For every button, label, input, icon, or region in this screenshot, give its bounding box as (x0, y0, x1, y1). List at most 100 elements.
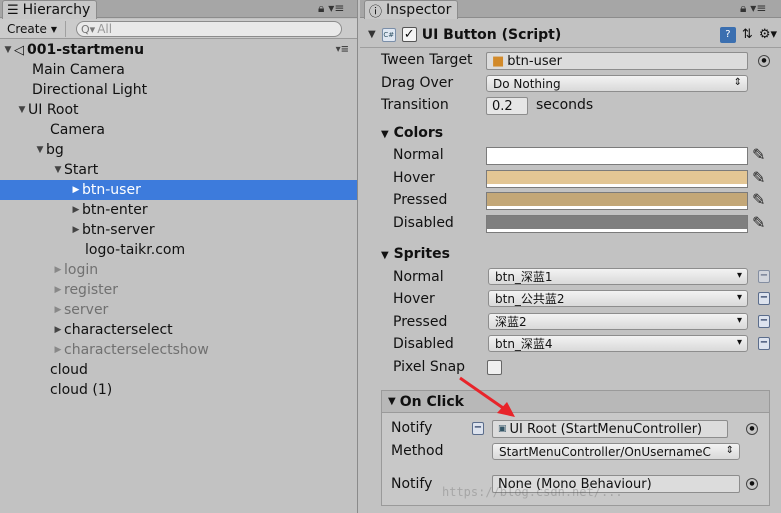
tab-inspector-label: Inspector (386, 2, 452, 18)
pixel-snap-checkbox[interactable] (487, 360, 502, 375)
sprite-disabled-dropdown[interactable]: btn_深蓝4 ▾ (488, 335, 748, 352)
color-normal-swatch[interactable] (486, 147, 748, 165)
collapsed-icon[interactable]: ▶ (52, 305, 64, 315)
list-item[interactable]: cloud (1) (0, 380, 357, 400)
remove-notify-button[interactable]: − (472, 422, 484, 435)
create-button[interactable]: Create ▼ (4, 21, 66, 37)
list-item[interactable]: ▶ register (0, 280, 357, 300)
transition-value: 0.2 (492, 98, 513, 114)
color-normal-label: Normal (393, 147, 444, 163)
collapsed-icon[interactable]: ▶ (52, 285, 64, 295)
expand-icon[interactable]: ▼ (52, 165, 64, 175)
remove-sprite-button[interactable]: − (758, 315, 770, 328)
list-item[interactable]: Main Camera (0, 60, 357, 80)
list-item[interactable]: ▼ UI Root (0, 100, 357, 120)
scene-row[interactable]: ▼ ◁ 001-startmenu ▾≡ (0, 40, 357, 60)
hierarchy-panel: ☰ Hierarchy 🔒︎ ▾≡ Create ▼ Q▾ All ▼ ◁ 00… (0, 0, 358, 513)
sprite-hover-dropdown[interactable]: btn_公共蓝2 ▾ (488, 290, 748, 307)
list-item-label: cloud (1) (50, 382, 113, 398)
sprites-section-label: Sprites (393, 246, 450, 262)
list-item[interactable]: ▶ btn-enter (0, 200, 357, 220)
list-item[interactable]: ▶ login (0, 260, 357, 280)
notify-label: Notify (391, 420, 433, 436)
panel-menu-icon[interactable]: ▾≡ (750, 1, 766, 15)
drag-over-dropdown[interactable]: Do Nothing ⇕ (486, 75, 748, 92)
search-placeholder: All (97, 22, 113, 36)
on-click-header[interactable]: ▼ On Click (382, 391, 769, 413)
color-pressed-swatch[interactable] (486, 192, 748, 210)
list-item-label: characterselectshow (64, 342, 209, 358)
list-item-selected[interactable]: ▶ btn-user (0, 180, 357, 200)
watermark: https://blog.csdn.net/... (442, 485, 623, 499)
list-item[interactable]: ▼ Start (0, 160, 357, 180)
remove-sprite-button[interactable]: − (758, 337, 770, 350)
collapsed-icon[interactable]: ▶ (52, 265, 64, 275)
tab-hierarchy[interactable]: ☰ Hierarchy (2, 0, 98, 19)
list-item[interactable]: Directional Light (0, 80, 357, 100)
panel-menu-icon[interactable]: ▾≡ (328, 1, 344, 15)
object-picker-icon[interactable]: ● (746, 478, 758, 490)
color-pressed-label: Pressed (393, 192, 448, 208)
remove-sprite-button[interactable]: − (758, 270, 770, 283)
remove-sprite-button[interactable]: − (758, 292, 770, 305)
eyedropper-icon[interactable]: ✎ (752, 168, 765, 187)
help-book-icon[interactable]: ? (719, 27, 736, 43)
object-picker-icon[interactable]: ● (746, 423, 758, 435)
eyedropper-icon[interactable]: ✎ (752, 145, 765, 164)
method-dropdown[interactable]: StartMenuController/OnUsernameC ⇕ (492, 443, 740, 460)
color-hover-label: Hover (393, 170, 435, 186)
dropdown-arrows-icon: ⇕ (725, 445, 734, 456)
component-enabled-checkbox[interactable]: ✓ (401, 27, 417, 42)
list-item[interactable]: ▶ btn-server (0, 220, 357, 240)
search-input[interactable]: Q▾ All (76, 21, 342, 37)
color-disabled-swatch[interactable] (486, 215, 748, 233)
expand-icon[interactable]: ▼ (381, 129, 389, 140)
scene-menu-icon[interactable]: ▾≡ (336, 44, 349, 55)
collapsed-icon[interactable]: ▶ (52, 325, 64, 335)
list-item-label: Start (64, 162, 99, 178)
eyedropper-icon[interactable]: ✎ (752, 213, 765, 232)
tab-inspector[interactable]: ⓘ Inspector (364, 0, 459, 20)
sprite-pressed-dropdown[interactable]: 深蓝2 ▾ (488, 313, 748, 330)
lock-icon[interactable]: 🔒︎ ▾≡ (740, 1, 766, 16)
expand-icon[interactable]: ▼ (381, 250, 389, 261)
notify-value: UI Root (StartMenuController) (509, 421, 703, 437)
list-item[interactable]: Camera (0, 120, 357, 140)
list-item[interactable]: ▼ bg (0, 140, 357, 160)
info-icon: ⓘ (369, 4, 383, 20)
collapsed-icon[interactable]: ▶ (70, 205, 82, 215)
list-item[interactable]: logo-taikr.com (0, 240, 357, 260)
list-item[interactable]: cloud (0, 360, 357, 380)
eyedropper-icon[interactable]: ✎ (752, 190, 765, 209)
list-item[interactable]: ▶ characterselect (0, 320, 357, 340)
expand-icon[interactable]: ▼ (368, 29, 376, 40)
colors-section[interactable]: ▼ Colors (381, 125, 443, 141)
object-picker-icon[interactable]: ● (758, 55, 770, 67)
chevron-down-icon: ▾ (736, 292, 742, 303)
expand-icon[interactable]: ▼ (34, 145, 46, 155)
sprite-disabled-label: Disabled (393, 336, 454, 352)
collapsed-icon[interactable]: ▶ (52, 345, 64, 355)
collapsed-icon[interactable]: ▶ (70, 185, 82, 195)
collapsed-icon[interactable]: ▶ (70, 225, 82, 235)
notify-field[interactable]: ▣ UI Root (StartMenuController) (492, 420, 728, 438)
color-hover-swatch[interactable] (486, 170, 748, 188)
transition-unit: seconds (536, 97, 594, 113)
expand-icon[interactable]: ▼ (16, 105, 28, 115)
component-header[interactable]: ▼ C# ✓ UI Button (Script) ? ⇅ ⚙▾ (360, 22, 781, 48)
scene-name: 001-startmenu (27, 42, 145, 58)
gear-icon[interactable]: ⚙▾ (759, 27, 777, 43)
sprites-section[interactable]: ▼ Sprites (381, 246, 450, 262)
list-item[interactable]: ▶ characterselectshow (0, 340, 357, 360)
list-icon: ☰ (7, 2, 19, 18)
preset-icon[interactable]: ⇅ (742, 27, 753, 43)
lock-icon[interactable]: 🔒︎ ▾≡ (318, 1, 344, 16)
sprite-normal-dropdown[interactable]: btn_深蓝1 ▾ (488, 268, 748, 285)
script-icon: C# (381, 27, 396, 42)
expand-icon[interactable]: ▼ (2, 45, 14, 55)
list-item[interactable]: ▶ server (0, 300, 357, 320)
list-item-label: btn-server (82, 222, 155, 238)
transition-input[interactable]: 0.2 (486, 97, 528, 115)
tween-target-field[interactable]: ■ btn-user (486, 52, 748, 70)
expand-icon[interactable]: ▼ (388, 396, 396, 407)
